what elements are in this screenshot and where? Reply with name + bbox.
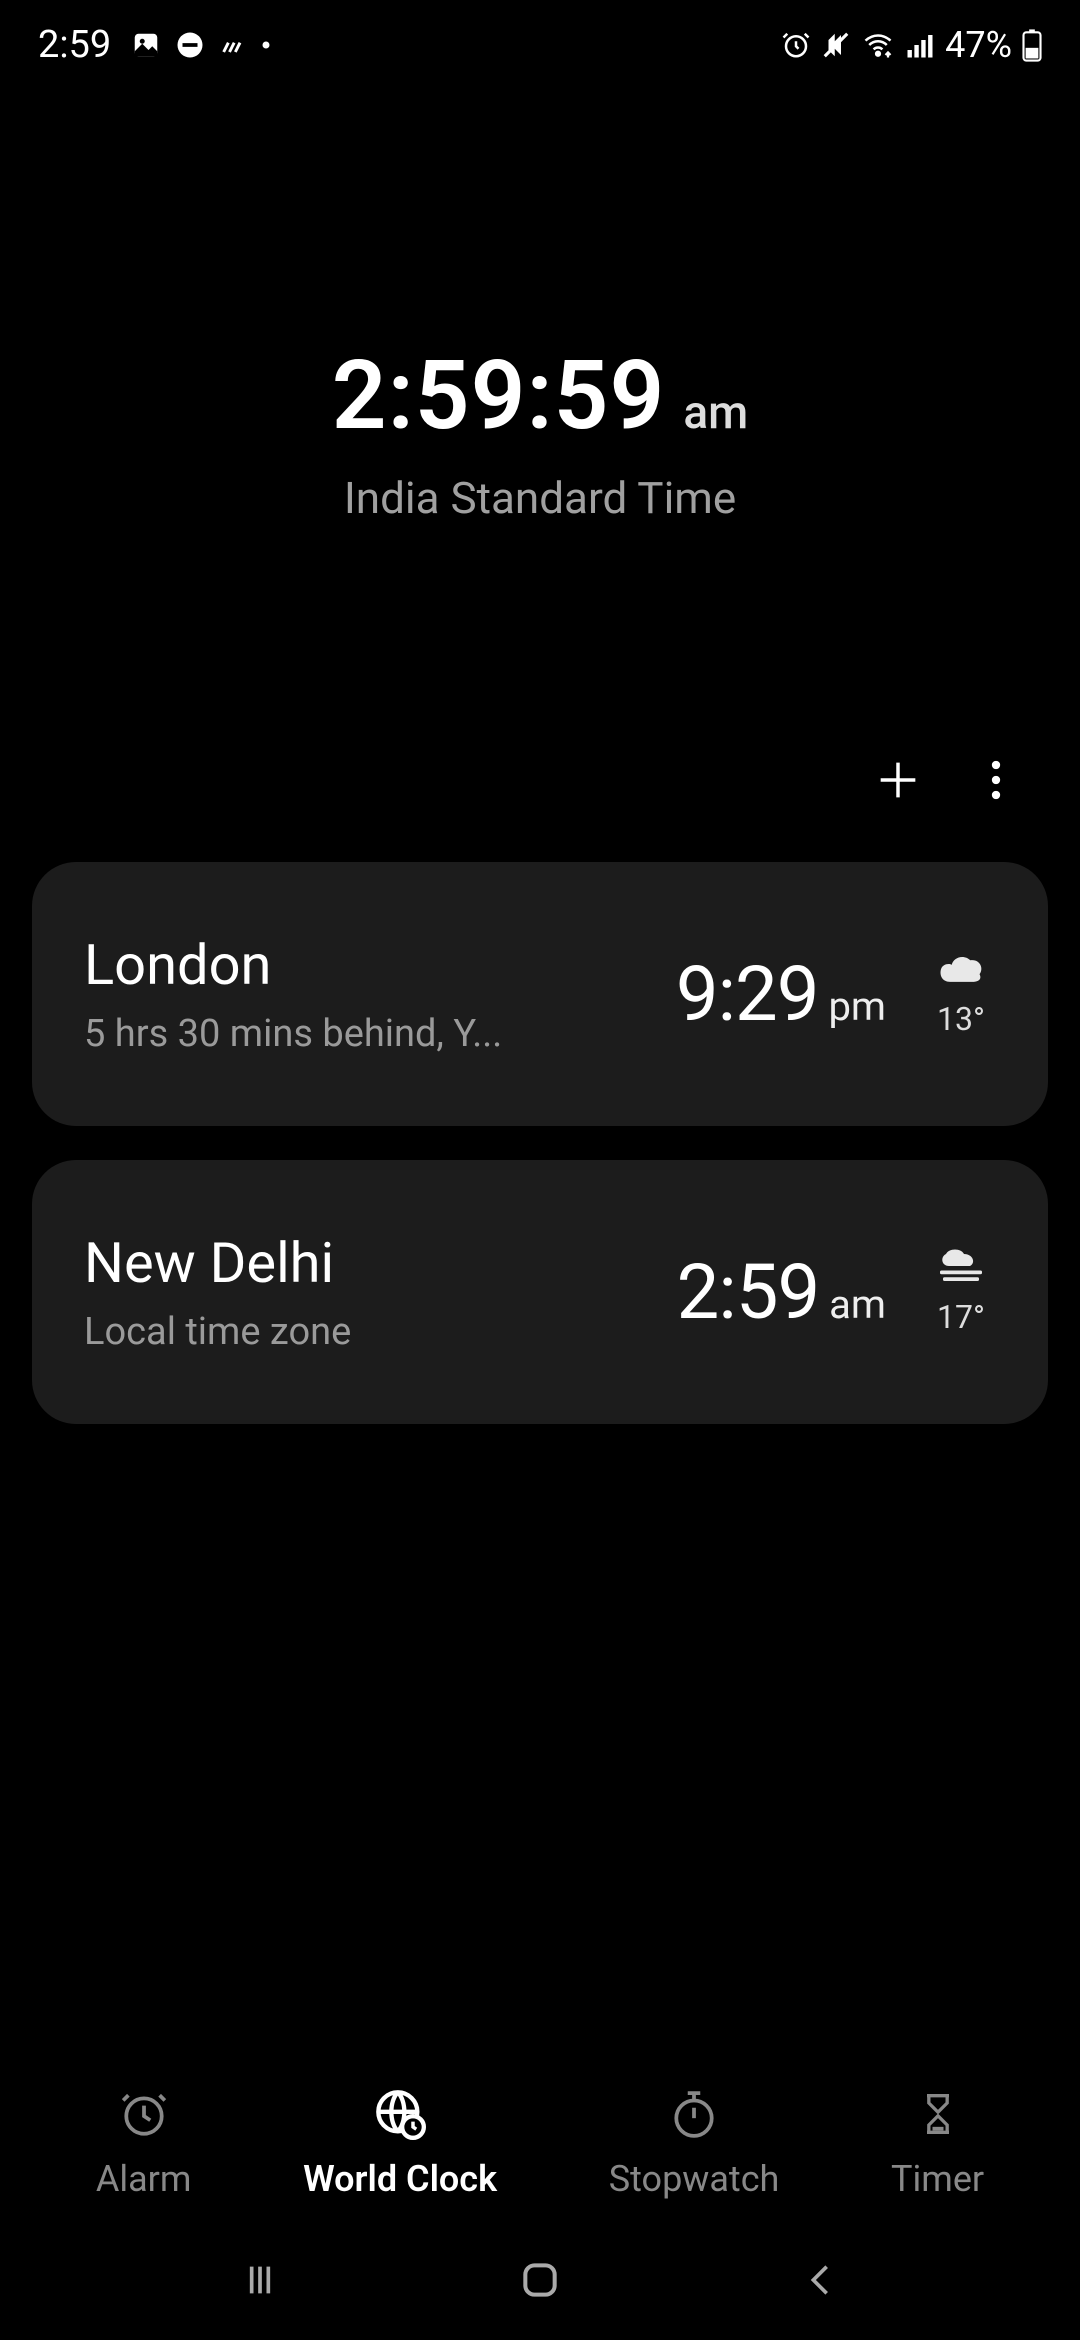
gallery-icon <box>131 30 161 60</box>
status-time: 2:59 <box>38 23 111 67</box>
city-ampm: pm <box>828 983 886 1030</box>
dnd-icon <box>175 30 205 60</box>
stopwatch-icon <box>668 2088 720 2140</box>
battery-icon <box>1022 28 1042 62</box>
world-clock-icon <box>374 2088 426 2140</box>
add-button[interactable] <box>872 754 924 806</box>
city-card[interactable]: New Delhi Local time zone 2:59 am 17° <box>32 1160 1048 1424</box>
tab-world-clock[interactable]: World Clock <box>303 2088 497 2200</box>
tab-alarm[interactable]: Alarm <box>96 2088 192 2200</box>
fog-icon <box>936 1248 986 1284</box>
city-card[interactable]: London 5 hrs 30 mins behind, Y... 9:29 p… <box>32 862 1048 1126</box>
status-bar: 2:59 47% <box>0 0 1080 80</box>
city-list: London 5 hrs 30 mins behind, Y... 9:29 p… <box>0 862 1080 1424</box>
back-button[interactable] <box>790 2250 850 2310</box>
bottom-tabs: Alarm World Clock Stopwatch Timer <box>0 2088 1080 2200</box>
lines-icon <box>219 31 247 59</box>
tab-label: Alarm <box>96 2158 192 2200</box>
city-time: 2:59 <box>677 1247 820 1337</box>
tab-timer[interactable]: Timer <box>891 2088 984 2200</box>
city-temp: 13° <box>937 1000 985 1038</box>
city-offset: 5 hrs 30 mins behind, Y... <box>84 1012 554 1056</box>
tab-label: World Clock <box>303 2158 497 2200</box>
hourglass-icon <box>912 2088 964 2140</box>
alarm-icon <box>118 2088 170 2140</box>
hero-clock: 2:59:59 am India Standard Time <box>0 80 1080 754</box>
vibrate-icon <box>821 30 851 60</box>
cloud-icon <box>936 950 986 986</box>
signal-icon <box>905 30 935 60</box>
hero-ampm: am <box>683 386 748 440</box>
city-temp: 17° <box>937 1298 985 1336</box>
alarm-icon <box>781 30 811 60</box>
tab-label: Timer <box>891 2158 984 2200</box>
dot-icon <box>261 40 271 50</box>
more-options-button[interactable] <box>970 754 1022 806</box>
city-offset: Local time zone <box>84 1310 554 1354</box>
city-ampm: am <box>829 1281 886 1328</box>
toolbar <box>0 754 1080 862</box>
battery-percent: 47% <box>945 24 1012 66</box>
home-button[interactable] <box>510 2250 570 2310</box>
recents-button[interactable] <box>230 2250 290 2310</box>
city-name: London <box>84 932 676 998</box>
status-left: 2:59 <box>38 23 271 67</box>
tab-stopwatch[interactable]: Stopwatch <box>609 2088 780 2200</box>
wifi-icon <box>861 30 895 60</box>
tab-label: Stopwatch <box>609 2158 780 2200</box>
hero-time: 2:59:59 <box>332 340 666 452</box>
city-time: 9:29 <box>676 949 819 1039</box>
hero-time-row: 2:59:59 am <box>332 340 748 452</box>
status-right: 47% <box>781 24 1042 66</box>
system-nav-bar <box>0 2220 1080 2340</box>
city-name: New Delhi <box>84 1230 677 1296</box>
hero-timezone: India Standard Time <box>344 472 736 524</box>
